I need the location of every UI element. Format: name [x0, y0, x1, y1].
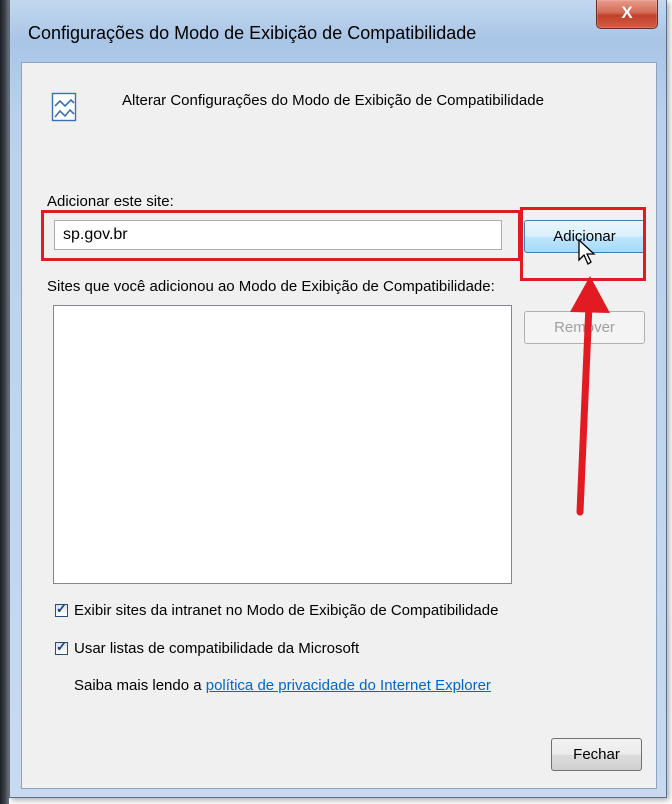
add-site-label: Adicionar este site:: [47, 193, 174, 210]
added-sites-label: Sites que você adicionou ao Modo de Exib…: [47, 278, 495, 295]
highlight-box-input: [41, 210, 521, 261]
ms-lists-label: Usar listas de compatibilidade da Micros…: [74, 640, 360, 657]
background-window-edge: [0, 0, 9, 804]
intranet-label: Exibir sites da intranet no Modo de Exib…: [74, 602, 499, 619]
compat-view-icon: [51, 92, 77, 122]
ms-lists-checkbox[interactable]: [55, 639, 68, 655]
intranet-checkbox[interactable]: [55, 601, 68, 617]
ms-lists-option[interactable]: Usar listas de compatibilidade da Micros…: [55, 639, 360, 657]
privacy-note: Saiba mais lendo a política de privacida…: [74, 677, 491, 694]
dialog-heading: Alterar Configurações do Modo de Exibiçã…: [122, 92, 544, 109]
mouse-cursor-icon: [578, 238, 596, 265]
privacy-prefix: Saiba mais lendo a: [74, 677, 206, 694]
dialog-body: Alterar Configurações do Modo de Exibiçã…: [21, 62, 657, 789]
added-sites-list[interactable]: [53, 305, 512, 584]
remove-button[interactable]: Remover: [524, 311, 645, 344]
dialog-title: Configurações do Modo de Exibição de Com…: [28, 23, 477, 43]
intranet-option[interactable]: Exibir sites da intranet no Modo de Exib…: [55, 601, 499, 619]
title-bar[interactable]: Configurações do Modo de Exibição de Com…: [10, 0, 666, 62]
close-window-button[interactable]: X: [596, 0, 658, 29]
privacy-link[interactable]: política de privacidade do Internet Expl…: [206, 677, 491, 694]
close-button[interactable]: Fechar: [551, 738, 642, 771]
close-icon: X: [621, 3, 633, 22]
compat-view-dialog: Configurações do Modo de Exibição de Com…: [9, 0, 667, 798]
